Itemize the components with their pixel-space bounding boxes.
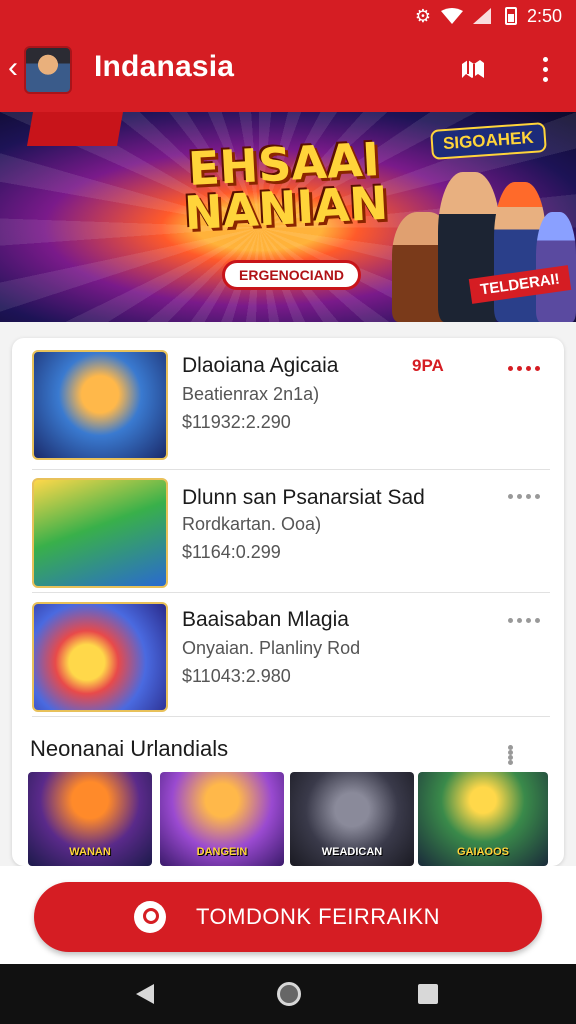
item-subtitle: Rordkartan. Ooa) xyxy=(182,514,322,534)
game-thumbnail xyxy=(32,478,168,588)
item-more-icon[interactable] xyxy=(508,618,540,623)
divider xyxy=(32,592,550,593)
app-bar: ⚙ 2:50 ‹ Indanasia xyxy=(0,0,576,112)
game-thumbnail xyxy=(32,602,168,712)
signal-icon xyxy=(472,8,495,24)
page-title: Indanasia xyxy=(94,50,235,83)
primary-action-label: TOMDONK FEIRRAIKN xyxy=(196,904,441,929)
map-icon[interactable] xyxy=(456,52,490,86)
item-more-icon[interactable] xyxy=(508,366,540,371)
section-title: Neonanai Urlandials xyxy=(30,736,229,761)
nav-recents-icon[interactable] xyxy=(418,984,438,1004)
overflow-menu-icon[interactable] xyxy=(528,52,562,86)
featured-tile[interactable]: DANGEIN xyxy=(160,772,284,866)
tile-label: GAIAOOS xyxy=(457,846,509,858)
status-time: 2:50 xyxy=(526,5,562,26)
item-price: $11932:2.290 xyxy=(182,412,291,432)
divider xyxy=(32,716,550,717)
item-title: Baaisaban Mlagia xyxy=(182,608,349,631)
item-price: $11043:2.980 xyxy=(182,666,291,686)
nav-back-icon[interactable] xyxy=(136,984,154,1004)
game-thumbnail xyxy=(32,350,168,460)
wifi-icon xyxy=(440,8,463,24)
item-more-icon[interactable] xyxy=(508,494,540,499)
divider xyxy=(32,469,550,470)
status-bar: ⚙ 2:50 xyxy=(415,4,562,28)
item-title: Dlaoiana Agicaia xyxy=(182,354,339,377)
featured-tile[interactable]: WEADICAN xyxy=(290,772,414,866)
battery-icon xyxy=(504,7,517,25)
list-item[interactable]: Dlunn san Psanarsiat Sad Rordkartan. Ooa… xyxy=(12,478,564,602)
banner-headline: EHSAAI NANIAN xyxy=(182,132,390,241)
banner-subtitle: ERGENOCIAND xyxy=(222,260,362,290)
tile-label: DANGEIN xyxy=(196,846,248,858)
item-price: $1164:0.299 xyxy=(182,542,281,562)
item-subtitle: Beatienrax 2n1a) xyxy=(182,384,320,404)
tile-label: WEADICAN xyxy=(321,846,383,858)
featured-tile[interactable]: WANAN xyxy=(28,772,152,866)
system-nav-bar xyxy=(0,964,576,1024)
list-item[interactable]: Dlaoiana Agicaia Beatienrax 2n1a) $11932… xyxy=(12,350,564,474)
banner-flag xyxy=(27,112,123,146)
nav-home-icon[interactable] xyxy=(277,982,301,1006)
item-subtitle: Onyaian. Planliny Rod xyxy=(182,638,361,658)
primary-action-button[interactable]: TOMDONK FEIRRAIKN xyxy=(34,882,542,952)
location-pin-icon xyxy=(134,901,166,933)
featured-tile[interactable]: GAIAOOS xyxy=(418,772,548,866)
item-title: Dlunn san Psanarsiat Sad xyxy=(182,486,425,509)
section-more-icon[interactable] xyxy=(508,745,513,765)
gear-status-icon: ⚙ xyxy=(414,5,431,26)
tile-label: WANAN xyxy=(69,846,111,858)
promo-banner[interactable]: EHSAAI NANIAN ERGENOCIAND SIGOAHEK TELDE… xyxy=(0,112,576,322)
list-item[interactable]: Baaisaban Mlagia Onyaian. Planliny Rod $… xyxy=(12,602,564,726)
item-tag: 9PA xyxy=(412,356,444,375)
avatar[interactable] xyxy=(24,46,72,94)
